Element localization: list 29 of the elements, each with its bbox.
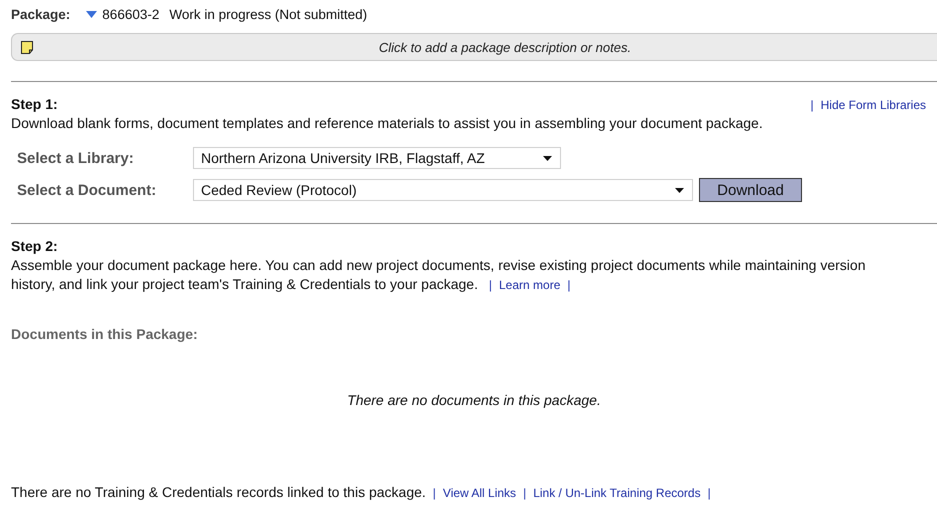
field-label: Select a Library: [17, 150, 135, 166]
separator: | [523, 486, 526, 500]
documents-heading: Documents in this Package: [11, 326, 199, 342]
notes-bar[interactable]: Click to add a package description or notes. [11, 33, 937, 61]
dropdown-field[interactable]: Northern Arizona University IRB, Flagstaff, AZ [193, 147, 561, 169]
step-description: Download blank forms, document templates and reference materials to assist you in assembling your document package. [11, 114, 764, 133]
package-label: Package: [11, 6, 70, 22]
step-description: Assemble your document package here. You can add new project documents, revise existing project documents while maintaining version history, and link your project team's Training & Credentials to your package. | Learn more | [11, 256, 866, 294]
package-status: Work in progress (Not submitted) [169, 6, 368, 22]
package-number: 866603-2 [102, 6, 160, 22]
caret-icon [675, 188, 684, 192]
separator: | [708, 486, 711, 500]
sticky-note-icon [21, 40, 33, 54]
footer-link[interactable]: Link / Un-Link Training Records [533, 486, 701, 500]
dropdown-field[interactable]: Ceded Review (Protocol) [193, 179, 693, 201]
dropdown-triangle-icon[interactable] [86, 10, 98, 18]
separator: | [432, 486, 436, 500]
empty-message: There are no documents in this package. [346, 392, 602, 408]
hide-libraries-link[interactable]: Hide Form Libraries [820, 98, 926, 112]
field-label: Select a Document: [17, 182, 158, 198]
footer-link[interactable]: View All Links [442, 486, 516, 500]
learn-more-link[interactable]: Learn more [499, 278, 560, 292]
caret-icon [543, 156, 552, 160]
download-button[interactable]: Download [699, 178, 802, 202]
footer-message: There are no Training & Credentials records linked to this package. [11, 484, 426, 500]
separator: | [810, 98, 814, 112]
step-title: Step 2: [11, 238, 59, 254]
notes-field[interactable]: Click to add a package description or notes. [33, 40, 937, 54]
step-title: Step 1: [11, 96, 58, 112]
